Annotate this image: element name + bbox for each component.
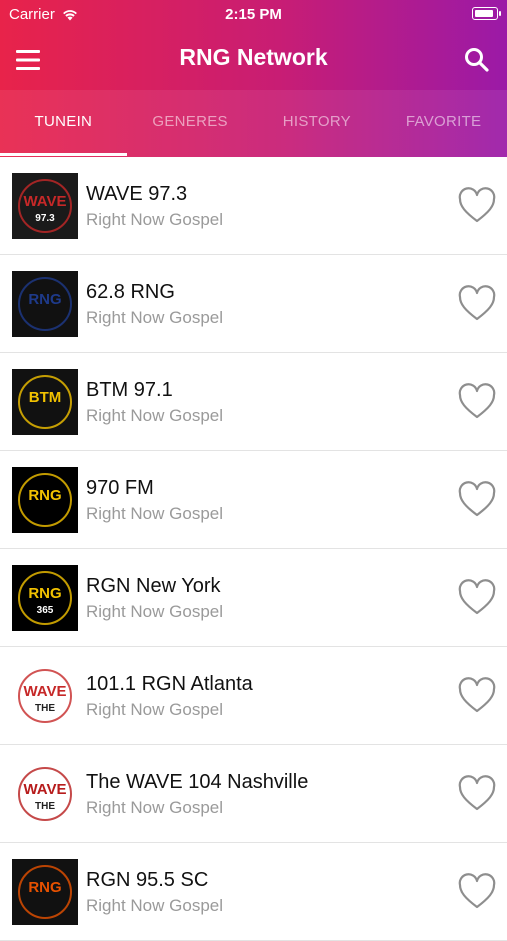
- heart-outline-icon: [458, 579, 496, 615]
- station-subtitle: Right Now Gospel: [86, 504, 224, 523]
- tab-label: GENERES: [152, 113, 228, 130]
- list-item[interactable]: RNG 970 FM Right Now Gospel: [0, 451, 507, 549]
- tab-generes[interactable]: GENERES: [127, 90, 254, 157]
- svg-text:WAVE: WAVE: [23, 193, 66, 210]
- svg-text:RNG: RNG: [28, 879, 61, 896]
- heart-outline-icon: [458, 873, 496, 909]
- station-logo: RNG 365: [12, 565, 78, 631]
- station-logo: RNG: [12, 467, 78, 533]
- list-item[interactable]: RNG 365 RGN New York Right Now Gospel: [0, 549, 507, 647]
- list-item[interactable]: WAVE THE The WAVE 104 Nashville Right Now G…: [0, 745, 507, 843]
- station-subtitle: Right Now Gospel: [86, 602, 224, 621]
- tab-label: FAVORITE: [405, 113, 482, 130]
- favorite-button[interactable]: [457, 775, 497, 813]
- station-logo: RNG: [12, 271, 78, 337]
- station-subtitle: Right Now Gospel: [86, 210, 224, 229]
- svg-text:RNG: RNG: [28, 585, 61, 602]
- tab-history[interactable]: HISTORY: [254, 90, 381, 157]
- station-name: RGN 95.5 SC: [86, 869, 209, 891]
- station-name: The WAVE 104 Nashville: [86, 771, 309, 793]
- svg-text:THE: THE: [35, 801, 55, 812]
- svg-text:WAVE: WAVE: [23, 781, 66, 798]
- station-subtitle: Right Now Gospel: [86, 308, 224, 327]
- list-item[interactable]: RNG RGN 95.5 SC Right Now Gospel: [0, 843, 507, 941]
- station-name: RGN New York: [86, 575, 221, 597]
- favorite-button[interactable]: [457, 285, 497, 323]
- favorite-button[interactable]: [457, 873, 497, 911]
- status-bar: Carrier 2:15 PM: [0, 0, 507, 30]
- list-item[interactable]: WAVE 97.3 WAVE 97.3 Right Now Gospel: [0, 157, 507, 255]
- heart-outline-icon: [458, 481, 496, 517]
- list-item[interactable]: BTM BTM 97.1 Right Now Gospel: [0, 353, 507, 451]
- heart-outline-icon: [458, 285, 496, 321]
- tab-label: HISTORY: [282, 113, 351, 130]
- tab-label: TUNEIN: [34, 113, 93, 130]
- station-logo: WAVE THE: [12, 663, 78, 729]
- station-logo: RNG: [12, 859, 78, 925]
- station-subtitle: Right Now Gospel: [86, 700, 224, 719]
- station-subtitle: Right Now Gospel: [86, 896, 224, 915]
- station-logo: BTM: [12, 369, 78, 435]
- favorite-button[interactable]: [457, 383, 497, 421]
- heart-outline-icon: [458, 775, 496, 811]
- heart-outline-icon: [458, 187, 496, 223]
- svg-text:RNG: RNG: [28, 487, 61, 504]
- heart-outline-icon: [458, 677, 496, 713]
- heart-outline-icon: [458, 383, 496, 419]
- favorite-button[interactable]: [457, 677, 497, 715]
- favorite-button[interactable]: [457, 187, 497, 225]
- svg-text:BTM: BTM: [29, 389, 62, 406]
- battery-icon: [472, 7, 501, 20]
- station-name: 101.1 RGN Atlanta: [86, 673, 253, 695]
- svg-text:THE: THE: [35, 703, 55, 714]
- station-subtitle: Right Now Gospel: [86, 798, 224, 817]
- active-tab-indicator: [0, 153, 127, 156]
- list-item[interactable]: RNG 62.8 RNG Right Now Gospel: [0, 255, 507, 353]
- station-logo: WAVE 97.3: [12, 173, 78, 239]
- tab-favorite[interactable]: FAVORITE: [380, 90, 507, 157]
- menu-icon: [16, 50, 40, 70]
- svg-text:97.3: 97.3: [35, 213, 55, 224]
- station-list: WAVE 97.3 WAVE 97.3 Right Now Gospel RNG 62.8…: [0, 157, 507, 941]
- svg-text:RNG: RNG: [28, 291, 61, 308]
- station-logo: WAVE THE: [12, 761, 78, 827]
- clock: 2:15 PM: [225, 6, 282, 23]
- station-subtitle: Right Now Gospel: [86, 406, 224, 425]
- search-button[interactable]: [461, 44, 493, 76]
- tab-tunein[interactable]: TUNEIN: [0, 90, 127, 157]
- menu-button[interactable]: [12, 44, 44, 76]
- search-icon: [465, 48, 489, 72]
- favorite-button[interactable]: [457, 579, 497, 617]
- toolbar: RNG Network: [0, 30, 507, 90]
- app-header: Carrier 2:15 PM RNG Network TUNEIN GENER…: [0, 0, 507, 157]
- station-name: 970 FM: [86, 477, 154, 499]
- tab-bar: TUNEIN GENERES HISTORY FAVORITE: [0, 90, 507, 157]
- station-name: BTM 97.1: [86, 379, 173, 401]
- svg-text:WAVE: WAVE: [23, 683, 66, 700]
- station-name: 62.8 RNG: [86, 281, 175, 303]
- station-name: WAVE 97.3: [86, 183, 188, 205]
- page-title: RNG Network: [179, 44, 328, 70]
- list-item[interactable]: WAVE THE 101.1 RGN Atlanta Right Now Gospel: [0, 647, 507, 745]
- svg-text:365: 365: [37, 605, 54, 616]
- favorite-button[interactable]: [457, 481, 497, 519]
